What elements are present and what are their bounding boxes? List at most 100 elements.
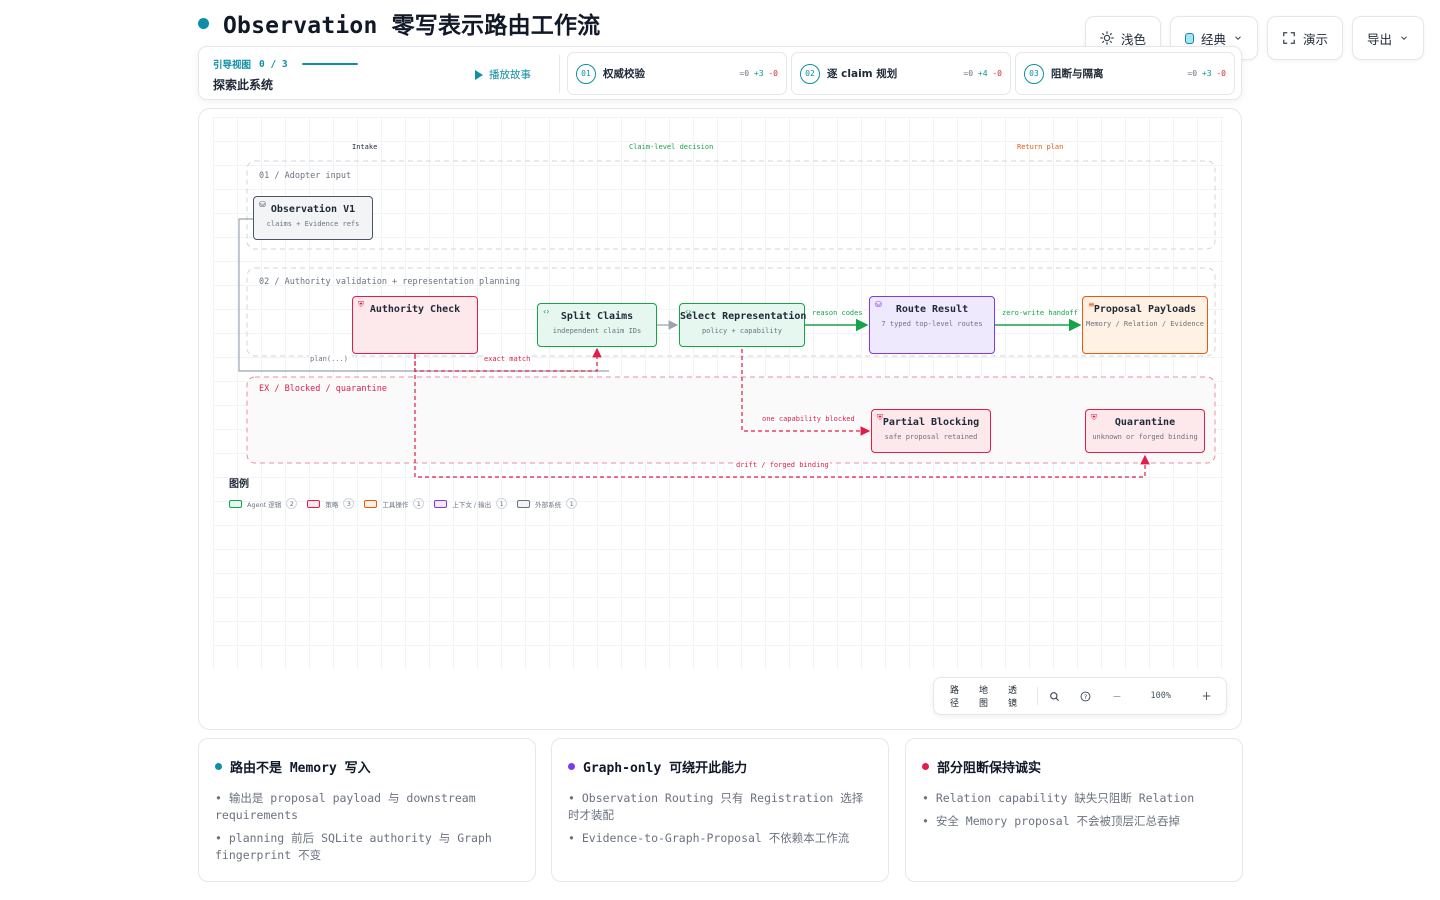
node-split-claims[interactable]: ‹› Split Claims independent claim IDs	[537, 303, 657, 347]
edge-label-plan: plan(...)	[309, 355, 349, 363]
present-button[interactable]: 演示	[1266, 16, 1343, 60]
node-route-result[interactable]: ⛁ Route Result 7 typed top-level routes	[869, 296, 995, 354]
diagram-canvas[interactable]: Intake Claim-level decision Return plan …	[198, 108, 1242, 730]
card-list: • Relation capability 缺失只阻断 Relation • 安…	[922, 790, 1226, 830]
page-title: Observation 零写表示路由工作流	[198, 8, 600, 39]
legend-item[interactable]: 外部系统 1	[517, 498, 578, 509]
step-number: 03	[1024, 63, 1044, 84]
lane-label-authority: 02 / Authority validation + representati…	[259, 277, 520, 287]
node-subtitle: safe proposal retained	[884, 433, 978, 441]
step-diff: =0 +4 -0	[963, 69, 1002, 78]
theme-label: 浅色	[1120, 31, 1146, 47]
play-story-button[interactable]: 播放故事	[475, 67, 531, 82]
node-subtitle: Memory / Relation / Evidence	[1085, 320, 1204, 328]
legend-label: Agent 逻辑	[247, 500, 282, 509]
play-label: 播放故事	[489, 69, 531, 81]
sun-icon	[1100, 31, 1114, 45]
list-icon: ≡	[1088, 300, 1095, 309]
node-select-representation[interactable]: ‹› Select Representation policy + capabi…	[679, 303, 807, 347]
node-proposal-payloads[interactable]: ≡ Proposal Payloads Memory / Relation / …	[1082, 296, 1208, 354]
map-button[interactable]: 地图	[973, 683, 1002, 709]
zoom-toolbar: 路径 地图 透镜 ? − 100% +	[933, 677, 1227, 715]
node-subtitle: independent claim IDs	[552, 327, 642, 335]
card-dot	[215, 763, 222, 770]
legend-count: 1	[566, 498, 578, 509]
shield-icon: ⛨	[1091, 413, 1097, 422]
chevron-down-icon	[1235, 36, 1241, 40]
title-dot	[198, 17, 209, 29]
lane-blocked	[246, 376, 1216, 464]
diff-removed: -0	[768, 69, 778, 78]
step-card-2[interactable]: 02 逐 claim 规划 =0 +4 -0	[791, 52, 1011, 95]
legend-swatch	[517, 499, 531, 508]
export-button[interactable]: 导出	[1351, 16, 1424, 60]
legend-label: 外部系统	[535, 500, 562, 509]
diff-removed: -0	[1216, 69, 1226, 78]
diff-removed: -0	[992, 69, 1002, 78]
help-button[interactable]: ?	[1075, 691, 1096, 702]
step-number: 01	[576, 63, 596, 84]
step-card-1[interactable]: 01 权威校验 =0 +3 -0	[567, 52, 787, 95]
column-label-claim-decision: Claim-level decision	[629, 143, 714, 151]
legend-count: 2	[286, 498, 298, 509]
legend-swatch	[229, 499, 242, 508]
legend-item[interactable]: 工具操作 1	[364, 498, 425, 509]
legend-swatch	[364, 499, 378, 508]
zoom-level: 100%	[1150, 691, 1172, 701]
step-diff: =0 +3 -0	[739, 69, 778, 78]
svg-text:?: ?	[1084, 693, 1087, 700]
search-button[interactable]	[1044, 691, 1065, 702]
lane-adopter-input	[246, 160, 1216, 250]
node-authority-check[interactable]: ⛨ Authority Check	[352, 296, 478, 354]
card-title: Graph-only 可绕开此能力	[568, 757, 872, 776]
node-subtitle: 7 typed top-level routes	[881, 320, 983, 328]
export-label: 导出	[1366, 31, 1392, 47]
step-name: 阻断与隔离	[1051, 68, 1104, 80]
code-icon: ‹›	[685, 307, 692, 316]
info-card-partial-blocking: 部分阻断保持诚实 • Relation capability 缺失只阻断 Rel…	[905, 738, 1243, 882]
legend-count: 1	[413, 498, 425, 509]
zoom-out-button[interactable]: −	[1108, 690, 1127, 703]
legend-item[interactable]: Agent 逻辑 2	[229, 498, 298, 509]
edge-label-drift: drift / forged binding	[735, 461, 830, 469]
node-partial-blocking[interactable]: ⛨ Partial Blocking safe proposal retaine…	[871, 409, 991, 453]
edge-label-exact-match: exact match	[483, 355, 532, 363]
legend-item[interactable]: 上下文 / 输出 1	[434, 498, 508, 509]
legend-swatch	[307, 499, 321, 508]
list-item: • 输出是 proposal payload 与 downstream requ…	[215, 791, 476, 822]
column-label-intake: Intake	[352, 143, 378, 151]
node-title: Authority Check	[369, 304, 461, 315]
list-item: • Observation Routing 只有 Registration 选择…	[568, 791, 864, 822]
zoom-in-button[interactable]: +	[1197, 689, 1216, 703]
database-icon: ⛁	[875, 300, 882, 309]
present-label: 演示	[1302, 31, 1328, 47]
style-swatch-icon	[1184, 32, 1194, 44]
step-card-3[interactable]: 03 阻断与隔离 =0 +3 -0	[1015, 52, 1235, 95]
step-number: 02	[800, 63, 820, 84]
legend-swatch	[434, 499, 448, 508]
legend-title: 图例	[229, 479, 249, 490]
node-title: Select Representation	[680, 311, 807, 322]
list-item: • Relation capability 缺失只阻断 Relation	[922, 791, 1195, 805]
card-title-text: 路由不是 Memory 写入	[230, 761, 371, 776]
edge-label-one-capability: one capability blocked	[761, 415, 856, 423]
card-title: 部分阻断保持诚实	[922, 757, 1226, 776]
path-button[interactable]: 路径	[944, 683, 973, 709]
legend-item[interactable]: 策略 3	[307, 498, 355, 509]
lane-label-blocked: EX / Blocked / quarantine	[259, 384, 387, 394]
shield-icon: ⛨	[358, 300, 364, 309]
node-quarantine[interactable]: ⛨ Quarantine unknown or forged binding	[1085, 409, 1205, 453]
guide-bar: 引导视图 0 / 3 探索此系统 播放故事 01 权威校验 =0 +3 -0 0…	[198, 46, 1242, 100]
legend-label: 上下文 / 输出	[452, 500, 492, 509]
lane-label-adopter-input: 01 / Adopter input	[259, 171, 352, 181]
play-icon	[475, 69, 483, 80]
guide-divider	[559, 55, 560, 93]
card-title: 路由不是 Memory 写入	[215, 757, 519, 776]
search-icon	[1050, 691, 1059, 701]
node-observation-v1[interactable]: ⛁ Observation V1 claims + Evidence refs	[253, 196, 373, 240]
diff-unchanged: =0	[1187, 69, 1198, 78]
lens-button[interactable]: 透镜	[1002, 683, 1031, 709]
node-title: Proposal Payloads	[1093, 304, 1197, 315]
legend-label: 工具操作	[382, 500, 409, 509]
step-diff: =0 +3 -0	[1187, 69, 1226, 78]
